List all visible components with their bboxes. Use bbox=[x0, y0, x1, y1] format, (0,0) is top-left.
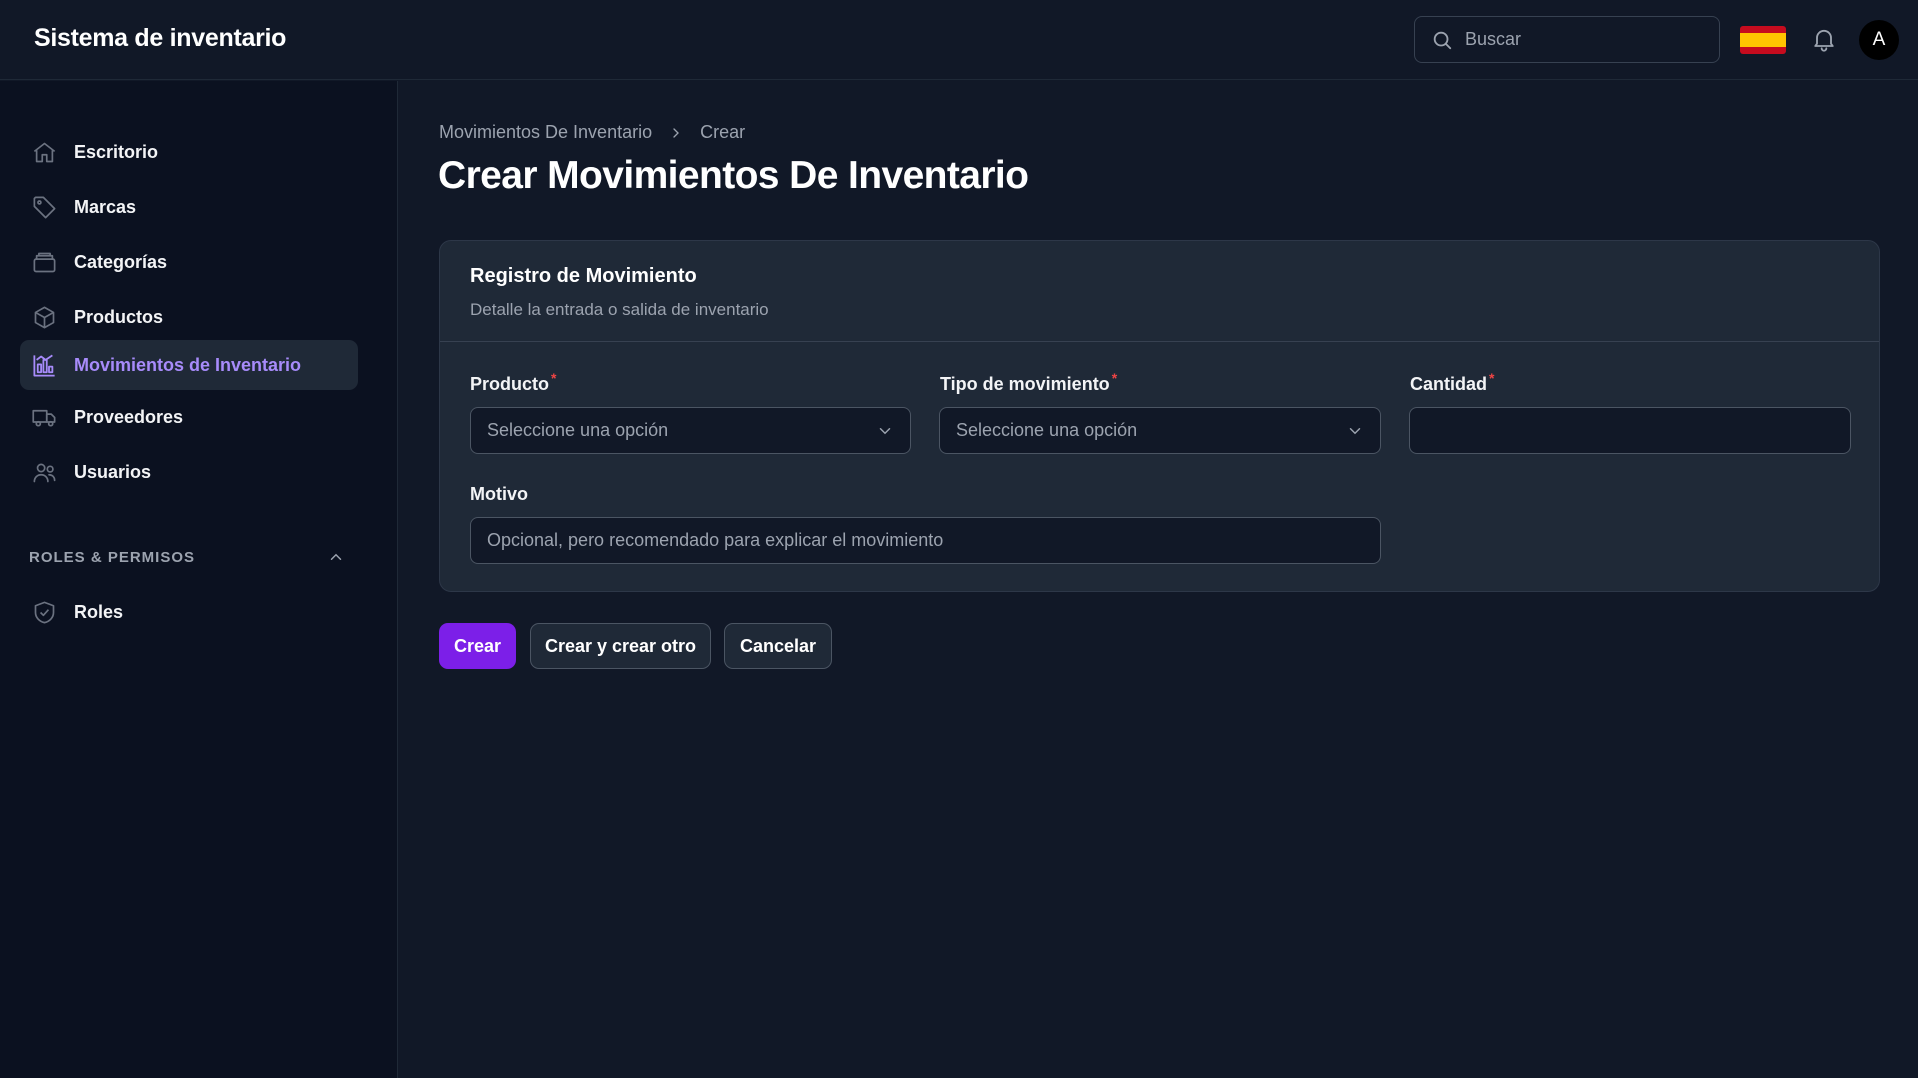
tipo-movimiento-label-text: Tipo de movimiento bbox=[940, 374, 1110, 394]
sidebar-item-label: Movimientos de Inventario bbox=[74, 354, 302, 375]
cantidad-field[interactable] bbox=[1409, 407, 1851, 454]
motivo-label: Motivo bbox=[470, 484, 528, 504]
app-brand[interactable]: Sistema de inventario bbox=[34, 24, 286, 53]
sidebar-item-movimientos[interactable]: Movimientos de Inventario bbox=[20, 340, 358, 390]
form-section-description: Detalle la entrada o salida de inventari… bbox=[470, 300, 769, 319]
producto-select-placeholder: Seleccione una opción bbox=[487, 420, 669, 440]
page-title: Crear Movimientos De Inventario bbox=[438, 154, 1029, 197]
sidebar-item-label: Categorías bbox=[74, 251, 168, 272]
shield-check-icon bbox=[30, 598, 58, 626]
cancel-button[interactable]: Cancelar bbox=[724, 623, 832, 669]
bell-icon[interactable] bbox=[1810, 25, 1838, 53]
home-icon bbox=[30, 138, 58, 166]
chevron-right-icon bbox=[673, 127, 680, 138]
sidebar-item-marcas[interactable]: Marcas bbox=[20, 182, 358, 232]
form-section-card: Registro de Movimiento Detalle la entrad… bbox=[439, 240, 1880, 592]
cantidad-label-text: Cantidad bbox=[1410, 374, 1488, 394]
chart-bar-icon bbox=[30, 351, 58, 379]
sidebar-item-usuarios[interactable]: Usuarios bbox=[20, 447, 358, 497]
required-asterisk: * bbox=[1489, 370, 1495, 386]
producto-label-text: Producto bbox=[470, 374, 549, 394]
chevron-up-icon[interactable] bbox=[327, 548, 345, 566]
chevron-down-icon bbox=[879, 427, 891, 434]
sidebar-item-roles[interactable]: Roles bbox=[20, 587, 358, 637]
cube-icon bbox=[30, 303, 58, 331]
tipo-movimiento-select[interactable]: Seleccione una opción bbox=[939, 407, 1381, 454]
cantidad-input[interactable] bbox=[1426, 420, 1834, 441]
archive-icon bbox=[30, 248, 58, 276]
sidebar: Escritorio Marcas Categorías Productos M… bbox=[0, 81, 398, 1078]
sidebar-item-productos[interactable]: Productos bbox=[20, 292, 358, 342]
tipo-movimiento-label: Tipo de movimiento * bbox=[940, 370, 1117, 395]
form-section-header: Registro de Movimiento Detalle la entrad… bbox=[440, 241, 1879, 342]
sidebar-item-escritorio[interactable]: Escritorio bbox=[20, 127, 358, 177]
user-avatar[interactable]: A bbox=[1859, 20, 1899, 60]
required-asterisk: * bbox=[1111, 370, 1118, 386]
truck-icon bbox=[30, 403, 58, 431]
sidebar-item-label: Marcas bbox=[74, 196, 137, 217]
tipo-movimiento-select-placeholder: Seleccione una opción bbox=[956, 420, 1138, 440]
breadcrumb: Movimientos De Inventario Crear bbox=[439, 122, 745, 143]
sidebar-item-label: Roles bbox=[74, 601, 124, 622]
required-asterisk: * bbox=[551, 370, 557, 386]
motivo-field[interactable] bbox=[470, 517, 1381, 564]
sidebar-item-label: Proveedores bbox=[74, 406, 184, 427]
sidebar-group-roles-permisos[interactable]: ROLES & PERMISOS bbox=[29, 548, 349, 566]
cantidad-label: Cantidad * bbox=[1410, 370, 1494, 395]
create-button[interactable]: Crear bbox=[439, 623, 516, 669]
spain-flag-icon[interactable] bbox=[1740, 26, 1786, 54]
search-input[interactable] bbox=[1465, 29, 1705, 50]
sidebar-item-label: Escritorio bbox=[74, 141, 159, 162]
producto-select[interactable]: Seleccione una opción bbox=[470, 407, 911, 454]
sidebar-item-categorias[interactable]: Categorías bbox=[20, 237, 358, 287]
tag-icon bbox=[30, 193, 58, 221]
breadcrumb-parent-link[interactable]: Movimientos De Inventario bbox=[439, 122, 652, 143]
motivo-input[interactable] bbox=[487, 530, 1364, 551]
search-icon bbox=[1433, 31, 1452, 49]
sidebar-item-label: Usuarios bbox=[74, 461, 152, 482]
breadcrumb-current: Crear bbox=[700, 122, 746, 142]
sidebar-item-label: Productos bbox=[74, 306, 164, 327]
producto-label: Producto * bbox=[470, 370, 556, 395]
create-another-button[interactable]: Crear y crear otro bbox=[530, 623, 711, 669]
users-icon bbox=[30, 458, 58, 486]
sidebar-item-proveedores[interactable]: Proveedores bbox=[20, 392, 358, 442]
form-section-title: Registro de Movimiento bbox=[470, 265, 697, 287]
sidebar-group-title: ROLES & PERMISOS bbox=[29, 548, 196, 566]
chevron-down-icon bbox=[1349, 427, 1361, 434]
search-box[interactable] bbox=[1414, 16, 1720, 63]
top-bar: Sistema de inventario A bbox=[0, 0, 1918, 80]
